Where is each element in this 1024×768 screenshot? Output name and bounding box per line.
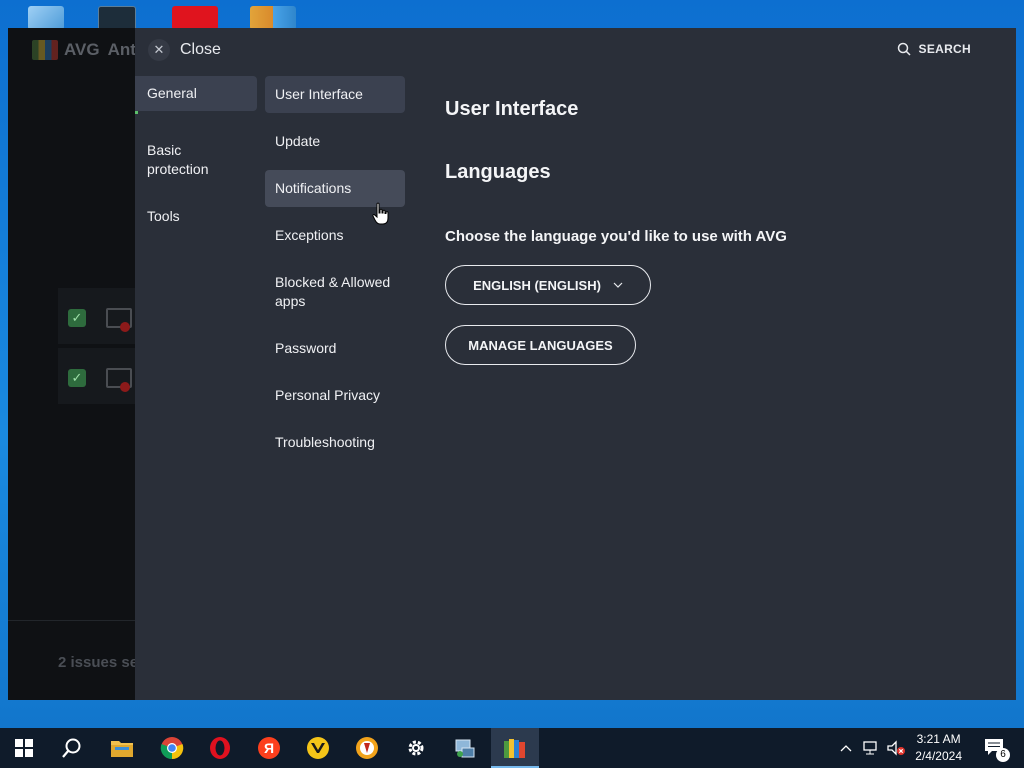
- alert-icon: [120, 382, 130, 392]
- category-basic-protection[interactable]: Basic protection: [135, 133, 257, 187]
- search-label: SEARCH: [918, 42, 971, 56]
- sub-troubleshooting[interactable]: Troubleshooting: [265, 424, 405, 461]
- network-icon[interactable]: [862, 740, 880, 756]
- avg-icon[interactable]: [503, 736, 527, 760]
- search-icon: [897, 42, 911, 56]
- action-center-button[interactable]: 6: [984, 738, 1010, 762]
- sub-password[interactable]: Password: [265, 330, 405, 367]
- taskbar: Я 3:21 AM 2/4/2024 6: [0, 728, 1024, 768]
- search-button[interactable]: SEARCH: [897, 42, 971, 56]
- language-selected-value: ENGLISH (ENGLISH): [473, 277, 601, 293]
- close-row[interactable]: ✕ Close: [8, 28, 221, 72]
- avg-list-item[interactable]: ✓: [58, 348, 138, 404]
- hand-cursor-icon: [372, 202, 389, 225]
- settings-gear-icon[interactable]: [404, 736, 428, 760]
- section-title: Languages: [445, 161, 551, 183]
- desktop-icon-recycle[interactable]: [28, 6, 64, 30]
- checkbox-icon[interactable]: ✓: [68, 369, 86, 387]
- divider: [8, 620, 135, 621]
- opera-icon[interactable]: [208, 736, 232, 760]
- avg-list-item[interactable]: ✓: [58, 288, 138, 344]
- yandex-browser-icon[interactable]: [306, 736, 330, 760]
- windows-start-icon[interactable]: [12, 736, 36, 760]
- sub-personal-privacy[interactable]: Personal Privacy: [265, 377, 405, 414]
- close-button[interactable]: Close: [180, 41, 221, 59]
- clock-time: 3:21 AM: [916, 732, 961, 746]
- sub-user-interface[interactable]: User Interface: [265, 76, 405, 113]
- svg-text:Я: Я: [264, 740, 274, 756]
- sub-update[interactable]: Update: [265, 123, 405, 160]
- network-tool-icon[interactable]: [453, 736, 477, 760]
- language-dropdown[interactable]: ENGLISH (ENGLISH): [445, 265, 651, 305]
- category-general[interactable]: General: [135, 76, 257, 111]
- volume-muted-icon[interactable]: [886, 740, 906, 756]
- search-icon[interactable]: [60, 736, 84, 760]
- file-explorer-icon[interactable]: [110, 736, 134, 760]
- desktop-icon-avg[interactable]: [250, 6, 296, 30]
- page-title: User Interface: [445, 98, 579, 120]
- chevron-up-icon[interactable]: [840, 744, 852, 752]
- settings-panel: SEARCH General Basic protection Tools Us…: [135, 28, 1016, 700]
- close-icon[interactable]: ✕: [148, 39, 170, 61]
- checkbox-icon[interactable]: ✓: [68, 309, 86, 327]
- sub-blocked-allowed-apps[interactable]: Blocked & Allowed apps: [265, 264, 405, 320]
- desktop-icon-red[interactable]: [172, 6, 218, 30]
- clock-date: 2/4/2024: [915, 749, 962, 763]
- clock[interactable]: 3:21 AM 2/4/2024: [915, 731, 962, 765]
- system-tray: [840, 728, 906, 768]
- category-tools[interactable]: Tools: [135, 199, 257, 234]
- language-prompt: Choose the language you'd like to use wi…: [445, 228, 787, 245]
- chevron-down-icon: [613, 282, 623, 288]
- chrome-icon[interactable]: [160, 736, 184, 760]
- notification-count-badge: 6: [996, 748, 1010, 762]
- manage-languages-button[interactable]: MANAGE LANGUAGES: [445, 325, 636, 365]
- issues-status: 2 issues se: [58, 654, 138, 671]
- yandex-icon[interactable]: Я: [257, 736, 281, 760]
- alert-icon: [120, 322, 130, 332]
- comodo-dragon-icon[interactable]: [355, 736, 379, 760]
